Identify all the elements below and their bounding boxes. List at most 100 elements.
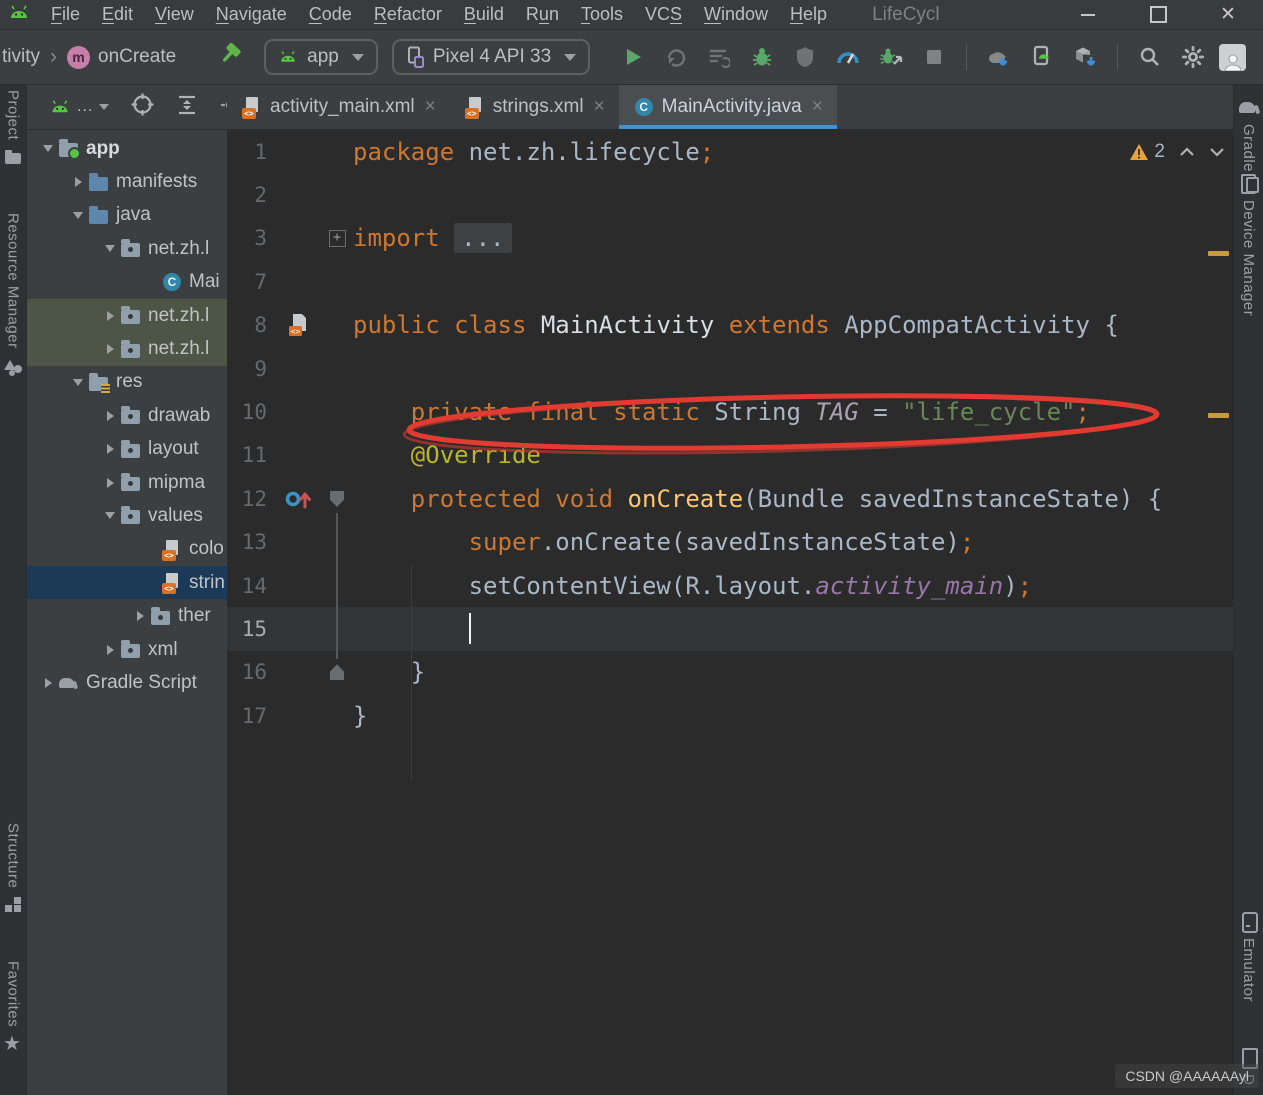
editor-tab[interactable]: MainActivity.java ×	[618, 85, 838, 129]
chevron-icon[interactable]	[68, 172, 88, 192]
code-line[interactable]: 10 <> private final static String TAG = …	[227, 390, 1233, 433]
code-line[interactable]: 1 <> package net.zh.lifecycle;	[227, 130, 1233, 173]
chevron-icon[interactable]	[38, 139, 58, 159]
tree-row[interactable]: net.zh.l	[27, 232, 227, 265]
chevron-icon[interactable]	[38, 673, 58, 693]
menu-item[interactable]: Window	[693, 4, 779, 24]
breadcrumb-method[interactable]: onCreate	[98, 46, 176, 68]
code-line[interactable]: 12 <> protected void onCreate(Bundle sav…	[227, 477, 1233, 520]
code-line[interactable]: 17 <> }	[227, 694, 1233, 737]
collapse-all-icon[interactable]	[176, 94, 198, 121]
menu-item[interactable]: Refactor	[363, 4, 453, 24]
avatar[interactable]	[1219, 43, 1247, 71]
menu-item[interactable]: View	[144, 4, 205, 24]
editor-tab[interactable]: strings.xml ×	[450, 85, 619, 129]
tree-row[interactable]: res	[27, 366, 227, 399]
sdk-manager-button[interactable]	[1068, 42, 1102, 72]
device-selector[interactable]: Pixel 4 API 33	[391, 39, 591, 75]
menu-item[interactable]: Edit	[91, 4, 144, 24]
tree-row[interactable]: drawab	[27, 399, 227, 432]
inspection-widget[interactable]: 2	[1129, 141, 1225, 163]
menu-item[interactable]: File	[40, 4, 91, 24]
menu-item[interactable]: Build	[453, 4, 515, 24]
chevron-icon[interactable]	[142, 272, 162, 292]
scrollbar-warning-mark[interactable]	[1208, 251, 1229, 256]
tool-window-button[interactable]: Project	[0, 90, 26, 167]
tool-window-button[interactable]: Favorites	[0, 961, 26, 1056]
chevron-icon[interactable]	[130, 606, 150, 626]
chevron-icon[interactable]	[100, 439, 120, 459]
tree-row[interactable]: strin	[27, 566, 227, 600]
code-line[interactable]: 3 <> import ...	[227, 217, 1233, 260]
breadcrumb-class[interactable]: tivity	[2, 46, 40, 68]
code-editor[interactable]: 1 <> package net.zh.lifecycle; 2 <>	[227, 130, 1233, 1095]
scrollbar-warning-mark[interactable]	[1208, 413, 1229, 418]
gutter-icon[interactable]: <>	[275, 487, 323, 510]
fold-marker[interactable]	[323, 491, 351, 507]
settings-gear-icon[interactable]	[220, 95, 227, 120]
locate-file-icon[interactable]	[131, 93, 154, 121]
sync-gradle-button[interactable]	[982, 42, 1016, 72]
chevron-icon[interactable]	[100, 640, 120, 660]
code-line[interactable]: 2 <>	[227, 173, 1233, 216]
settings-gear-icon[interactable]	[1176, 42, 1210, 72]
tree-row[interactable]: Mai	[27, 266, 227, 299]
tool-window-button[interactable]: Emulator	[1234, 911, 1263, 1002]
chevron-icon[interactable]	[100, 406, 120, 426]
attach-debugger-to-process-button[interactable]	[874, 42, 908, 72]
menu-item[interactable]: Tools	[570, 4, 634, 24]
maximize-icon[interactable]	[1149, 6, 1167, 24]
stop-button[interactable]	[917, 42, 951, 72]
profiler-button[interactable]	[831, 42, 865, 72]
tree-row[interactable]: Gradle Script	[27, 666, 227, 699]
tree-row[interactable]: manifests	[27, 165, 227, 198]
menu-item[interactable]: Help	[779, 4, 838, 24]
menu-item[interactable]: Run	[515, 4, 570, 24]
tab-close-icon[interactable]: ×	[425, 96, 436, 118]
tree-row[interactable]: ther	[27, 599, 227, 632]
tree-row[interactable]: colo	[27, 533, 227, 566]
device-manager-button[interactable]	[1025, 42, 1059, 72]
tree-row[interactable]: net.zh.l	[27, 332, 227, 366]
code-line[interactable]: 11 <> @Override	[227, 434, 1233, 477]
prev-warning-icon[interactable]	[1179, 141, 1195, 163]
tool-window-button[interactable]: Gradle	[1234, 97, 1263, 172]
next-warning-icon[interactable]	[1209, 141, 1225, 163]
tree-row[interactable]: java	[27, 199, 227, 232]
fold-marker[interactable]	[323, 664, 351, 680]
chevron-icon[interactable]	[100, 473, 120, 493]
android-view-selector[interactable]: ...	[49, 98, 110, 117]
search-everywhere-icon[interactable]	[1133, 42, 1167, 72]
tool-window-button[interactable]: Structure	[0, 823, 26, 915]
editor-tab[interactable]: activity_main.xml ×	[227, 85, 450, 129]
close-icon[interactable]: ✕	[1219, 4, 1237, 25]
build-hammer-icon[interactable]	[220, 41, 246, 73]
chevron-icon[interactable]	[68, 205, 88, 225]
menu-item[interactable]: Navigate	[205, 4, 298, 24]
code-line[interactable]: 16 <> }	[227, 651, 1233, 694]
attach-debugger-button[interactable]	[788, 42, 822, 72]
chevron-icon[interactable]	[142, 539, 162, 559]
gutter-icon[interactable]: <>	[275, 313, 323, 337]
tree-row[interactable]: layout	[27, 433, 227, 466]
fold-marker[interactable]	[323, 230, 351, 247]
code-line[interactable]: 9 <>	[227, 347, 1233, 390]
code-line[interactable]: 7 <>	[227, 260, 1233, 303]
code-line[interactable]: 8 <> public class MainActivity extends A…	[227, 304, 1233, 347]
tool-window-button[interactable]: Device Manager	[1234, 173, 1263, 316]
code-line[interactable]: 14 <> setContentView(R.layout.activity_m…	[227, 564, 1233, 607]
code-line[interactable]: 15 <>	[227, 607, 1233, 651]
debug-button[interactable]	[745, 42, 779, 72]
tree-row[interactable]: app	[27, 132, 227, 165]
tool-window-button[interactable]: Resource Manager	[0, 213, 26, 376]
chevron-icon[interactable]	[142, 573, 162, 593]
tab-close-icon[interactable]: ×	[812, 96, 823, 118]
menu-item[interactable]: Code	[298, 4, 363, 24]
run-button[interactable]	[616, 42, 650, 72]
code-line[interactable]: 13 <> super.onCreate(savedInstanceState)…	[227, 521, 1233, 564]
tab-close-icon[interactable]: ×	[594, 96, 605, 118]
apply-changes-button[interactable]	[659, 42, 693, 72]
chevron-icon[interactable]	[100, 306, 120, 326]
apply-code-changes-button[interactable]	[702, 42, 736, 72]
tree-row[interactable]: mipma	[27, 466, 227, 499]
